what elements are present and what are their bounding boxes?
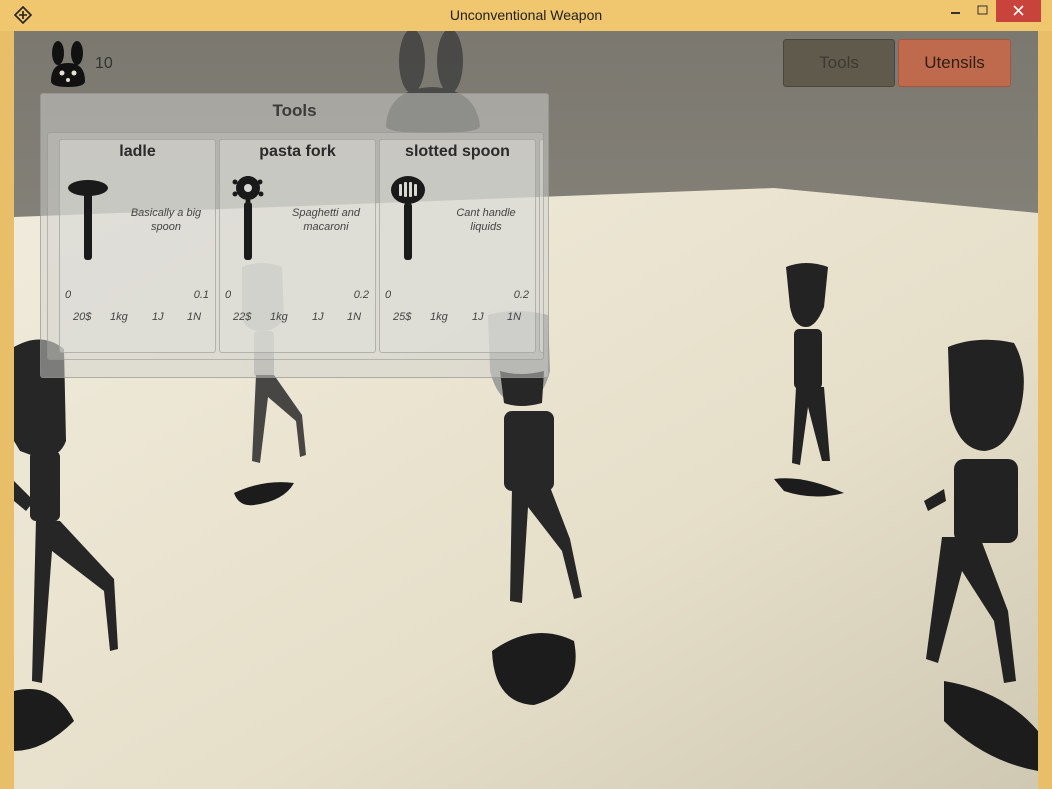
utensils-tab-button[interactable]: Utensils	[898, 39, 1011, 87]
item-mass: 1kg	[110, 311, 128, 323]
item-energy: 1J	[152, 311, 164, 323]
item-name: pasta fork	[259, 143, 336, 160]
item-description: Cant handle liquids	[456, 207, 516, 233]
item-card-slotted-spoon[interactable]: slotted spoon Cant handle liquids 0 0.2 …	[379, 139, 536, 353]
ladle-icon	[68, 180, 108, 260]
item-force: 1N	[507, 311, 522, 323]
item-name: ladle	[119, 143, 156, 160]
window-title-bar: Unconventional Weapon	[0, 0, 1052, 31]
item-energy: 1J	[472, 311, 484, 323]
item-description: Basically a big spoon	[130, 207, 202, 233]
item-list[interactable]: ladle Basically a big spoon 0 0.1 20$ 1k…	[47, 132, 544, 360]
item-force: 1N	[347, 311, 362, 323]
close-icon	[1013, 5, 1024, 16]
item-card-ladle[interactable]: ladle Basically a big spoon 0 0.1 20$ 1k…	[59, 139, 216, 353]
bunny-head-icon	[51, 41, 85, 87]
item-energy: 1J	[312, 311, 324, 323]
item-range-max: 0.2	[513, 289, 529, 301]
maximize-button[interactable]	[969, 0, 996, 22]
window-title: Unconventional Weapon	[449, 7, 603, 23]
item-name: slotted spoon	[405, 143, 510, 160]
item-mass: 1kg	[430, 311, 448, 323]
maximize-icon	[977, 5, 988, 15]
item-force: 1N	[187, 311, 202, 323]
item-range-min: 0	[385, 289, 392, 301]
item-price: 20$	[73, 311, 92, 323]
tools-tab-button[interactable]: Tools	[783, 39, 895, 87]
panel-title: Tools	[272, 101, 317, 120]
item-mass: 1kg	[270, 311, 288, 323]
item-price: 25$	[393, 311, 412, 323]
tools-panel: Tools ladle Basically a big spoon 0 0.1 …	[40, 93, 549, 378]
game-viewport[interactable]: 10 Tools Utensils Tools ladle Basically …	[14, 31, 1038, 789]
item-range-min: 0	[65, 289, 72, 301]
pasta-fork-icon	[232, 176, 264, 260]
item-range-max: 0.1	[193, 289, 209, 301]
item-range-min: 0	[225, 289, 232, 301]
slotted-spoon-icon	[391, 176, 425, 260]
minimize-icon	[951, 12, 960, 14]
item-price: 22$	[233, 311, 252, 323]
item-card-partial[interactable]	[539, 139, 543, 353]
item-card-pasta-fork[interactable]: pasta fork Spaghetti and macaroni 0 0.2 …	[219, 139, 376, 353]
minimize-button[interactable]	[942, 0, 969, 22]
close-button[interactable]	[996, 0, 1041, 22]
score-counter: 10	[95, 55, 113, 72]
item-description: Spaghetti and macaroni	[292, 207, 360, 233]
item-range-max: 0.2	[353, 289, 369, 301]
